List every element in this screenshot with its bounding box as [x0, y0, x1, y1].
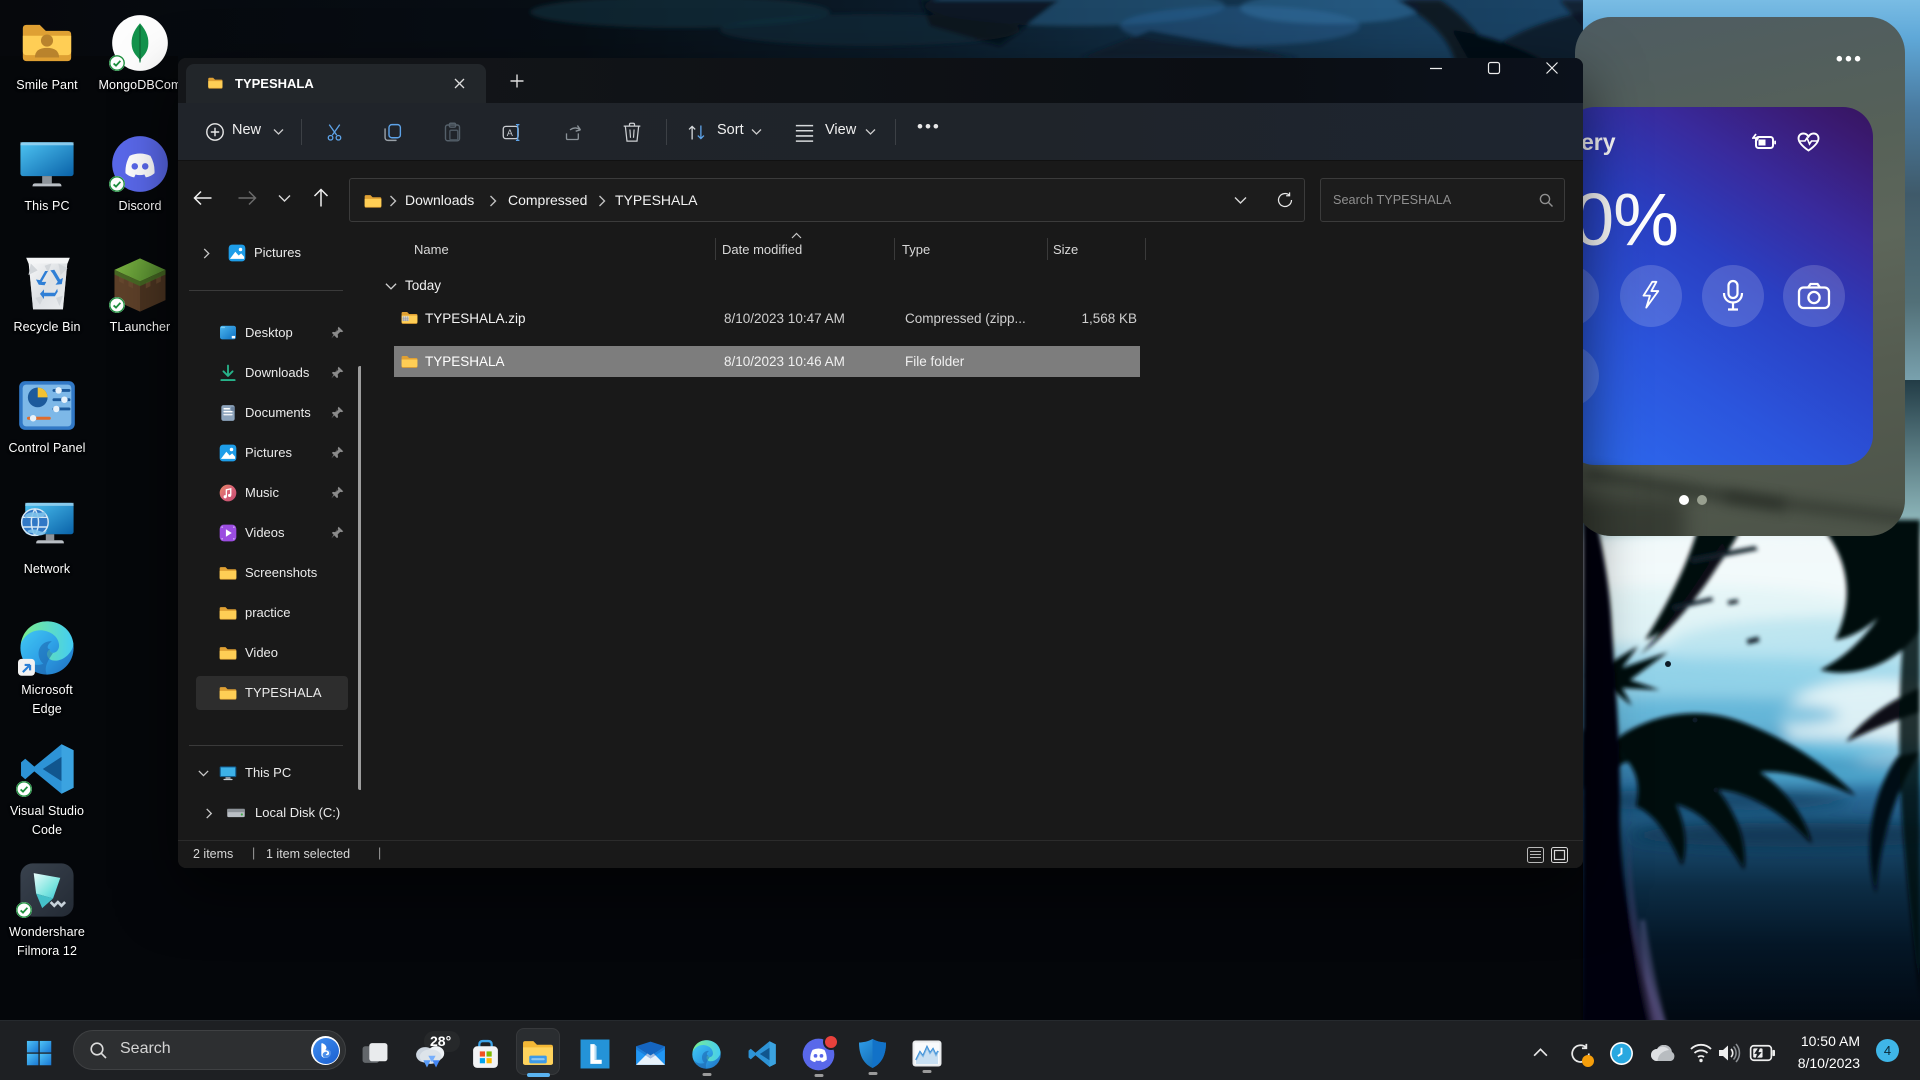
svg-text:A: A [507, 128, 514, 138]
